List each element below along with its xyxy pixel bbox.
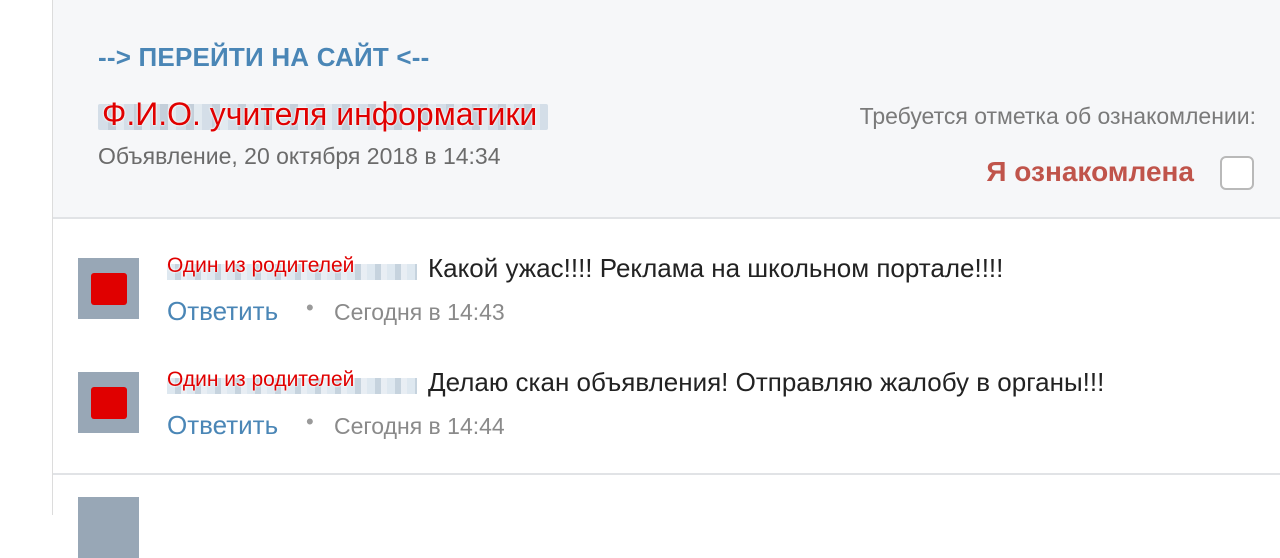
section-divider (53, 473, 1280, 475)
goto-site-link[interactable]: --> ПЕРЕЙТИ НА САЙТ <-- (98, 42, 430, 73)
comment-time: Сегодня в 14:44 (334, 413, 505, 439)
avatar[interactable] (78, 497, 139, 558)
comment-text: Какой ужас!!!! Реклама на школьном порта… (428, 253, 1004, 283)
ack-checkbox[interactable] (1220, 156, 1254, 190)
meta-separator: • (306, 295, 314, 320)
left-gutter (0, 0, 52, 515)
comment-author[interactable]: Один из родителей (167, 254, 419, 284)
avatar-redaction-mark (91, 387, 127, 419)
ack-label[interactable]: Я ознакомлена (986, 156, 1194, 188)
ack-required-text: Требуется отметка об ознакомлении: (859, 103, 1256, 129)
comment-author-label: Один из родителей (167, 254, 355, 277)
avatar-redaction-mark (91, 273, 127, 305)
announcement-date: Объявление, 20 октября 2018 в 14:34 (98, 143, 501, 169)
announcement-author[interactable]: Ф.И.О. учителя информатики (98, 96, 568, 136)
comment-time: Сегодня в 14:43 (334, 299, 505, 325)
meta-separator: • (306, 409, 314, 434)
avatar[interactable] (78, 372, 139, 433)
comment-author-label: Один из родителей (167, 368, 355, 391)
reply-link[interactable]: Ответить (167, 410, 278, 441)
author-redaction-label: Ф.И.О. учителя информатики (102, 96, 538, 132)
comment-text: Делаю скан объявления! Отправляю жалобу … (428, 367, 1105, 397)
comment-item: Один из родителей Делаю скан объявления!… (78, 367, 1268, 452)
avatar[interactable] (78, 258, 139, 319)
reply-link[interactable]: Ответить (167, 296, 278, 327)
comment-item: Один из родителей Какой ужас!!!! Реклама… (78, 253, 1268, 338)
header-divider (53, 217, 1280, 219)
comment-author[interactable]: Один из родителей (167, 368, 419, 398)
